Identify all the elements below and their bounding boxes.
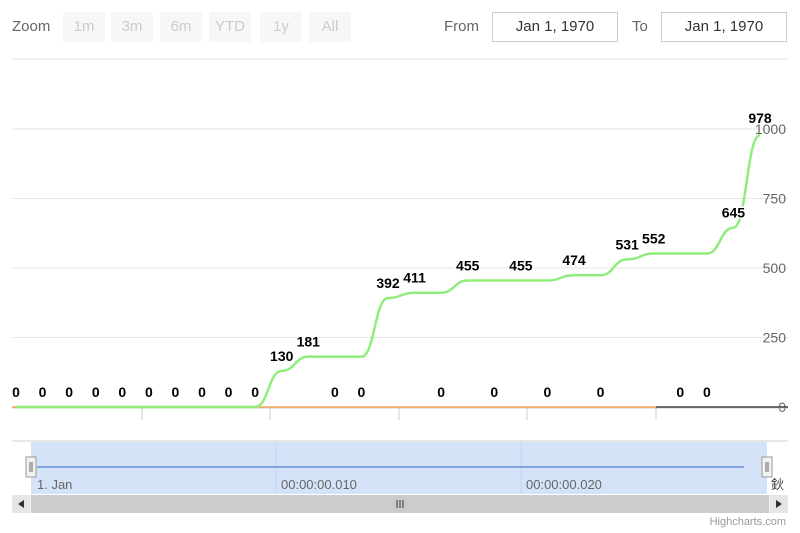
data-label: 0 — [251, 384, 259, 400]
scrollbar-track[interactable] — [12, 495, 788, 513]
data-label: 0 — [437, 384, 445, 400]
data-label: 0 — [39, 384, 47, 400]
data-label: 531 — [615, 236, 639, 252]
series-path — [15, 133, 761, 409]
data-label: 0 — [65, 384, 73, 400]
navigator-label: 00:00:00.020 — [526, 477, 602, 492]
data-label: 0 — [544, 384, 552, 400]
arrow-left-icon — [18, 500, 24, 508]
data-label: 181 — [297, 334, 321, 350]
scrollbar-thumb[interactable] — [31, 495, 769, 513]
data-label: 0 — [198, 384, 206, 400]
series-line — [15, 133, 761, 409]
data-label: 0 — [145, 384, 153, 400]
scrollbar[interactable] — [12, 495, 788, 513]
data-label: 0 — [703, 384, 711, 400]
navigator-left-handle[interactable] — [25, 456, 37, 478]
y-tick-label: 1000 — [755, 121, 786, 137]
arrow-right-icon — [776, 500, 782, 508]
zoom-button-1m[interactable]: 1m — [63, 12, 105, 42]
data-label: 645 — [722, 205, 746, 221]
navigator-label: 00:00:00.010 — [281, 477, 357, 492]
data-label: 0 — [12, 384, 20, 400]
from-date-input[interactable]: Jan 1, 1970 — [492, 12, 618, 42]
data-label: 392 — [376, 275, 400, 291]
navigator-edge-glyph: 鈥 — [771, 477, 785, 492]
zoom-label: Zoom — [12, 18, 51, 35]
data-label: 552 — [642, 231, 666, 247]
stock-chart: Zoom 1m 3m 6m YTD 1y All From Jan 1, 197… — [0, 0, 800, 533]
data-label: 455 — [456, 258, 480, 274]
credits-link[interactable]: Highcharts.com — [710, 516, 786, 528]
data-labels: 0 0 0 0 0 0 0 0 0 0 130181 0 0 392 411 0 455 0 455 0 474 0 531… — [11, 109, 774, 402]
to-date-input[interactable]: Jan 1, 1970 — [661, 12, 787, 42]
y-axis: 0 250 500 750 1000 — [755, 121, 786, 415]
zoom-button-6m[interactable]: 6m — [160, 12, 202, 42]
zoom-button-1y[interactable]: 1y — [260, 12, 302, 42]
zoom-button-all[interactable]: All — [309, 12, 351, 42]
data-label: 0 — [92, 384, 100, 400]
navigator: 1. Jan 00:00:00.010 00:00:00.020 — [12, 440, 788, 494]
data-label: 0 — [172, 384, 180, 400]
data-label: 0 — [331, 384, 339, 400]
x-axis — [12, 406, 788, 420]
zoom-button-ytd[interactable]: YTD — [209, 12, 251, 42]
data-label: 0 — [490, 384, 498, 400]
scrollbar-right-button[interactable] — [770, 495, 788, 513]
data-label: 0 — [225, 384, 233, 400]
data-label: 0 — [118, 384, 126, 400]
navigator-selection[interactable] — [31, 442, 767, 494]
navigator-label: 1. Jan — [37, 477, 72, 492]
data-label: 411 — [403, 270, 426, 286]
data-label: 474 — [562, 252, 586, 268]
data-label: 978 — [748, 110, 772, 126]
chart-plot: 02505007501000 0 0 0 0 0 0 0 0 0 01301810 0392 4110… — [11, 58, 788, 513]
data-label: 0 — [676, 384, 684, 400]
to-label: To — [632, 18, 648, 35]
y-tick-label: 500 — [763, 260, 787, 276]
zoom-button-3m[interactable]: 3m — [111, 12, 153, 42]
grid-lines — [12, 58, 788, 338]
y-tick-label: 0 — [778, 399, 786, 415]
from-label: From — [444, 18, 479, 35]
data-label: 0 — [358, 384, 366, 400]
data-label: 0 — [597, 384, 605, 400]
data-label: 455 — [509, 258, 533, 274]
y-tick-label: 250 — [763, 330, 787, 346]
data-label: 130 — [270, 348, 294, 364]
scrollbar-left-button[interactable] — [12, 495, 30, 513]
y-tick-label: 750 — [763, 191, 787, 207]
